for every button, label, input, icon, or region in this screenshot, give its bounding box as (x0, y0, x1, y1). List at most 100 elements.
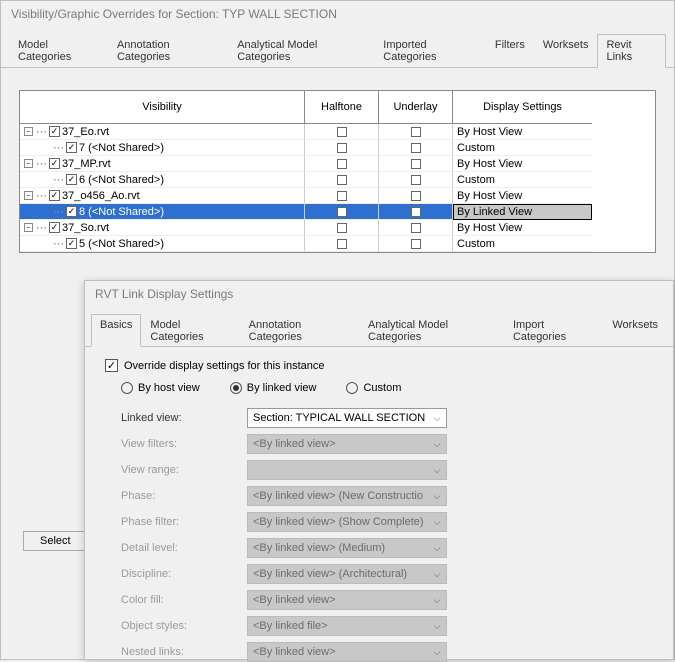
table-row[interactable]: ⋯ 6 (<Not Shared>) Custom (20, 172, 655, 188)
cell-underlay[interactable] (379, 188, 453, 204)
cell-display-settings[interactable]: By Host View (453, 156, 592, 172)
cell-visibility[interactable]: ⋯ 7 (<Not Shared>) (20, 140, 305, 156)
cell-underlay[interactable] (379, 140, 453, 156)
cell-visibility[interactable]: −⋯ 37_MP.rvt (20, 156, 305, 172)
halftone-checkbox[interactable] (337, 127, 347, 137)
select-button[interactable]: Select (23, 531, 88, 551)
radio-by-host-view[interactable]: By host view (121, 382, 200, 394)
dropdown-linked-view[interactable]: Section: TYPICAL WALL SECTION⌵ (247, 408, 447, 428)
table-row[interactable]: ⋯ 7 (<Not Shared>) Custom (20, 140, 655, 156)
table-row[interactable]: ⋯ 5 (<Not Shared>) Custom (20, 236, 655, 252)
sub-tab-model-categories[interactable]: Model Categories (141, 314, 239, 347)
halftone-checkbox[interactable] (337, 143, 347, 153)
halftone-checkbox[interactable] (337, 191, 347, 201)
halftone-checkbox[interactable] (337, 175, 347, 185)
underlay-checkbox[interactable] (411, 127, 421, 137)
underlay-checkbox[interactable] (411, 143, 421, 153)
tree-expander-icon[interactable]: − (24, 191, 33, 200)
cell-underlay[interactable] (379, 236, 453, 252)
row-label: 37_So.rvt (62, 222, 109, 234)
cell-underlay[interactable] (379, 172, 453, 188)
cell-visibility[interactable]: ⋯ 6 (<Not Shared>) (20, 172, 305, 188)
underlay-checkbox[interactable] (411, 175, 421, 185)
cell-halftone[interactable] (305, 236, 379, 252)
halftone-checkbox[interactable] (337, 223, 347, 233)
sub-tab-import-categories[interactable]: Import Categories (504, 314, 603, 347)
underlay-checkbox[interactable] (411, 207, 421, 217)
visibility-checkbox[interactable] (66, 142, 77, 153)
cell-underlay[interactable] (379, 124, 453, 140)
radio-custom[interactable]: Custom (346, 382, 401, 394)
cell-display-settings[interactable]: Custom (453, 236, 592, 252)
col-visibility[interactable]: Visibility (20, 91, 305, 124)
tree-expander-icon[interactable]: − (24, 127, 33, 136)
visibility-checkbox[interactable] (66, 206, 77, 217)
tab-revit-links[interactable]: Revit Links (597, 34, 666, 68)
table-row[interactable]: ⋯ 8 (<Not Shared>) By Linked View (20, 204, 655, 220)
sub-tab-analytical-model-categories[interactable]: Analytical Model Categories (359, 314, 504, 347)
tab-worksets[interactable]: Worksets (534, 34, 598, 68)
tree-expander-icon[interactable]: − (24, 223, 33, 232)
cell-visibility[interactable]: −⋯ 37_Eo.rvt (20, 124, 305, 140)
tab-annotation-categories[interactable]: Annotation Categories (108, 34, 228, 68)
chevron-down-icon: ⌵ (430, 569, 444, 580)
visibility-checkbox[interactable] (66, 174, 77, 185)
chevron-down-icon: ⌵ (430, 543, 444, 554)
tree-expander-icon[interactable]: − (24, 159, 33, 168)
chevron-down-icon: ⌵ (430, 439, 444, 450)
col-underlay[interactable]: Underlay (379, 91, 453, 124)
cell-halftone[interactable] (305, 220, 379, 236)
halftone-checkbox[interactable] (337, 159, 347, 169)
visibility-checkbox[interactable] (49, 222, 60, 233)
dropdown-value: <By linked file> (253, 620, 328, 632)
table-row[interactable]: −⋯ 37_MP.rvt By Host View (20, 156, 655, 172)
field-label: Linked view: (97, 412, 247, 424)
cell-display-settings[interactable]: Custom (453, 172, 592, 188)
form-rows: Linked view:Section: TYPICAL WALL SECTIO… (97, 408, 661, 662)
table-row[interactable]: −⋯ 37_o456_Ao.rvt By Host View (20, 188, 655, 204)
col-display-settings[interactable]: Display Settings (453, 91, 592, 124)
visibility-checkbox[interactable] (49, 190, 60, 201)
cell-halftone[interactable] (305, 124, 379, 140)
cell-underlay[interactable] (379, 204, 453, 220)
underlay-checkbox[interactable] (411, 223, 421, 233)
visibility-checkbox[interactable] (49, 158, 60, 169)
cell-halftone[interactable] (305, 140, 379, 156)
tab-filters[interactable]: Filters (486, 34, 534, 68)
cell-underlay[interactable] (379, 156, 453, 172)
halftone-checkbox[interactable] (337, 207, 347, 217)
cell-display-settings[interactable]: By Host View (453, 220, 592, 236)
cell-display-settings[interactable]: By Host View (453, 188, 592, 204)
cell-halftone[interactable] (305, 188, 379, 204)
underlay-checkbox[interactable] (411, 159, 421, 169)
cell-visibility[interactable]: −⋯ 37_o456_Ao.rvt (20, 188, 305, 204)
sub-tab-annotation-categories[interactable]: Annotation Categories (240, 314, 359, 347)
cell-display-settings[interactable]: By Linked View (453, 204, 592, 220)
col-halftone[interactable]: Halftone (305, 91, 379, 124)
cell-underlay[interactable] (379, 220, 453, 236)
tab-imported-categories[interactable]: Imported Categories (374, 34, 486, 68)
visibility-checkbox[interactable] (66, 238, 77, 249)
visibility-checkbox[interactable] (49, 126, 60, 137)
cell-visibility[interactable]: ⋯ 8 (<Not Shared>) (20, 204, 305, 220)
radio-by-linked-view[interactable]: By linked view (230, 382, 317, 394)
cell-display-settings[interactable]: By Host View (453, 124, 592, 140)
tab-model-categories[interactable]: Model Categories (9, 34, 108, 68)
underlay-checkbox[interactable] (411, 191, 421, 201)
override-checkbox[interactable] (105, 359, 118, 372)
sub-tab-basics[interactable]: Basics (91, 314, 141, 347)
cell-halftone[interactable] (305, 172, 379, 188)
cell-halftone[interactable] (305, 204, 379, 220)
table-row[interactable]: −⋯ 37_So.rvt By Host View (20, 220, 655, 236)
tab-analytical-model-categories[interactable]: Analytical Model Categories (228, 34, 374, 68)
sub-dialog-title: RVT Link Display Settings (85, 281, 673, 307)
cell-visibility[interactable]: ⋯ 5 (<Not Shared>) (20, 236, 305, 252)
cell-halftone[interactable] (305, 156, 379, 172)
cell-visibility[interactable]: −⋯ 37_So.rvt (20, 220, 305, 236)
sub-tab-worksets[interactable]: Worksets (603, 314, 667, 347)
halftone-checkbox[interactable] (337, 239, 347, 249)
table-row[interactable]: −⋯ 37_Eo.rvt By Host View (20, 124, 655, 140)
cell-display-settings[interactable]: Custom (453, 140, 592, 156)
underlay-checkbox[interactable] (411, 239, 421, 249)
override-checkbox-row[interactable]: Override display settings for this insta… (105, 359, 661, 372)
